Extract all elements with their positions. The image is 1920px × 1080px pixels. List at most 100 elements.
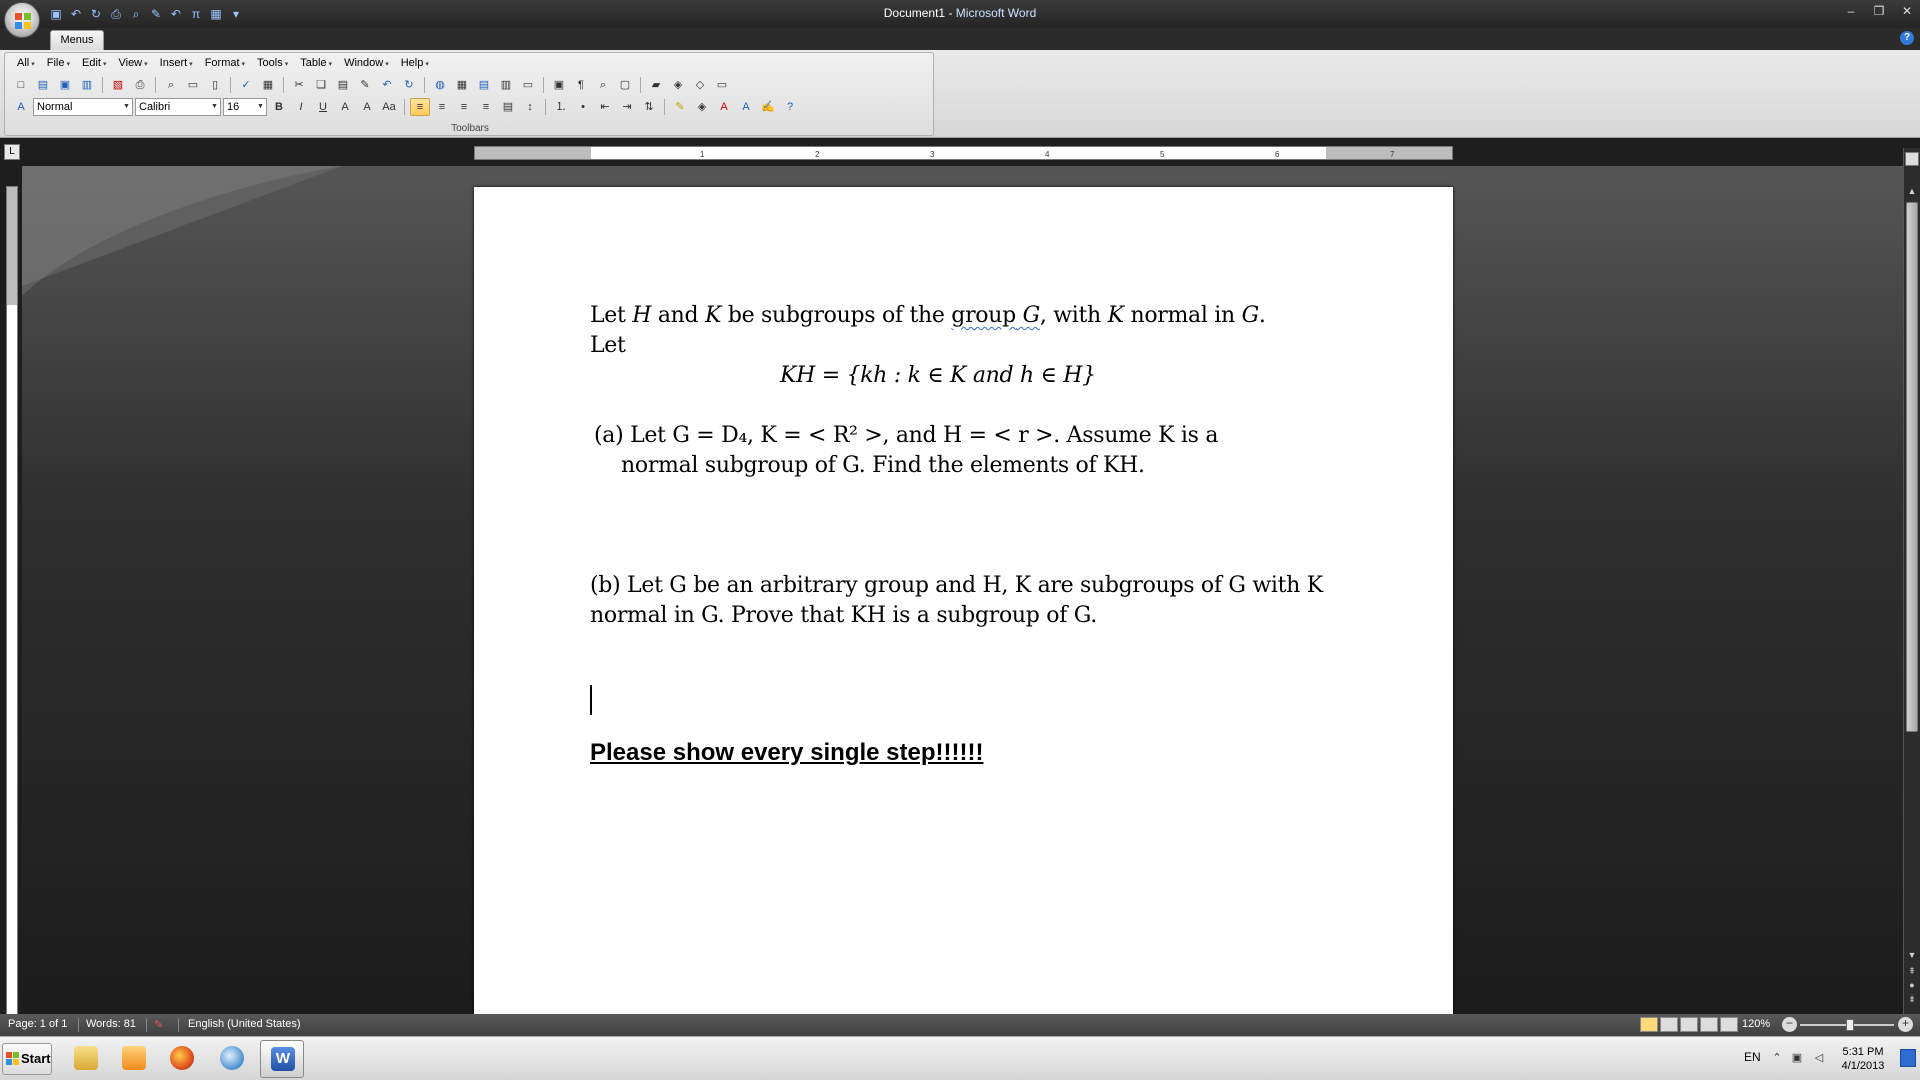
thesaurus-icon[interactable]: ▦ xyxy=(258,76,278,94)
copy-icon[interactable]: ❏ xyxy=(311,76,331,94)
permission-icon[interactable]: ▥ xyxy=(77,76,97,94)
browser-taskbar-button[interactable] xyxy=(210,1040,254,1078)
hyperlink-icon[interactable]: ◍ xyxy=(430,76,450,94)
sort-icon[interactable]: ⇅ xyxy=(639,98,659,116)
align-right-icon[interactable]: ≡ xyxy=(454,98,474,116)
columns-icon[interactable]: ▥ xyxy=(496,76,516,94)
document-page[interactable]: Let H and K be subgroups of the group G,… xyxy=(474,187,1453,1014)
view-icon[interactable]: ▭ xyxy=(183,76,203,94)
align-center-icon[interactable]: ≡ xyxy=(432,98,452,116)
phonetic-guide-icon[interactable]: ✍ xyxy=(758,98,778,116)
undo-icon[interactable]: ↶ xyxy=(377,76,397,94)
volume-icon[interactable]: ◁ xyxy=(1812,1051,1826,1065)
justify-icon[interactable]: ≡ xyxy=(476,98,496,116)
pdf-icon[interactable]: ▧ xyxy=(108,76,128,94)
zoom-icon[interactable]: ⌕ xyxy=(593,76,613,94)
word-taskbar-button[interactable]: W xyxy=(260,1040,304,1078)
zoom-level[interactable]: 120% xyxy=(1742,1018,1770,1030)
underline-icon[interactable]: U xyxy=(313,98,333,116)
line-spacing-icon[interactable]: ↕ xyxy=(520,98,540,116)
print-layout-button[interactable] xyxy=(1640,1017,1658,1032)
print-preview-icon[interactable]: ⌕ xyxy=(161,76,181,94)
table-icon[interactable]: ▦ xyxy=(452,76,472,94)
open-icon[interactable]: ▤ xyxy=(33,76,53,94)
italic-icon[interactable]: I xyxy=(291,98,311,116)
save-icon[interactable]: ▣ xyxy=(55,76,75,94)
font-dropdown[interactable]: Calibri ▼ xyxy=(135,98,221,116)
paste-icon[interactable]: ▤ xyxy=(333,76,353,94)
styles-icon[interactable]: ◇ xyxy=(690,76,710,94)
increase-indent-icon[interactable]: ⇥ xyxy=(617,98,637,116)
bullets-icon[interactable]: • xyxy=(573,98,593,116)
font-color-icon[interactable]: A xyxy=(714,98,734,116)
menu-insert[interactable]: Insert ▾ xyxy=(154,55,199,73)
draft-button[interactable] xyxy=(1720,1017,1738,1032)
office-button[interactable] xyxy=(4,2,40,38)
styles-pane-icon[interactable]: A xyxy=(11,98,31,116)
horizontal-ruler[interactable]: 1 2 3 4 5 6 7 xyxy=(474,146,1453,160)
menu-format[interactable]: Format ▾ xyxy=(199,55,251,73)
cut-icon[interactable]: ✂ xyxy=(289,76,309,94)
scroll-thumb[interactable] xyxy=(1906,202,1918,732)
spelling-icon[interactable]: ✓ xyxy=(236,76,256,94)
font-size-dropdown[interactable]: 16 ▼ xyxy=(223,98,267,116)
language-status[interactable]: English (United States) xyxy=(188,1018,301,1030)
vertical-ruler[interactable] xyxy=(6,186,18,1016)
show-hide-icon[interactable]: ¶ xyxy=(571,76,591,94)
zoom-slider-thumb[interactable] xyxy=(1846,1019,1854,1031)
menu-file[interactable]: File ▾ xyxy=(41,55,76,73)
firefox-taskbar-button[interactable] xyxy=(160,1040,204,1078)
minimize-button[interactable]: – xyxy=(1842,2,1860,20)
redo-icon[interactable]: ↻ xyxy=(399,76,419,94)
menu-edit[interactable]: Edit ▾ xyxy=(76,55,112,73)
media-player-taskbar-button[interactable] xyxy=(112,1040,156,1078)
explorer-taskbar-button[interactable] xyxy=(64,1040,108,1078)
show-hidden-icons-icon[interactable]: ⌃ xyxy=(1770,1051,1784,1065)
close-button[interactable]: ✕ xyxy=(1898,2,1916,20)
distributed-icon[interactable]: ▤ xyxy=(498,98,518,116)
text-effects-icon[interactable]: A xyxy=(736,98,756,116)
align-left-icon[interactable]: ≡ xyxy=(410,98,430,116)
input-language[interactable]: EN xyxy=(1744,1050,1761,1064)
outline-button[interactable] xyxy=(1700,1017,1718,1032)
style-dropdown[interactable]: Normal ▼ xyxy=(33,98,133,116)
menu-all[interactable]: All ▾ xyxy=(11,55,41,73)
menu-tools[interactable]: Tools ▾ xyxy=(251,55,294,73)
browse-object-icon[interactable]: ● xyxy=(1906,980,1918,992)
format-painter-icon[interactable]: ✎ xyxy=(355,76,375,94)
highlight-icon[interactable]: ✎ xyxy=(670,98,690,116)
shapes-icon[interactable]: ◈ xyxy=(668,76,688,94)
scroll-down-icon[interactable]: ▼ xyxy=(1905,948,1919,962)
clock[interactable]: 5:31 PM 4/1/2013 xyxy=(1836,1045,1890,1073)
tab-selector[interactable]: L xyxy=(4,144,20,160)
previous-page-icon[interactable]: ⇞ xyxy=(1906,966,1918,978)
full-screen-reading-button[interactable] xyxy=(1660,1017,1678,1032)
shading-icon[interactable]: ◈ xyxy=(692,98,712,116)
show-desktop-button[interactable] xyxy=(1900,1049,1916,1067)
numbering-icon[interactable]: ⒈ xyxy=(551,98,571,116)
bold-icon[interactable]: B xyxy=(269,98,289,116)
decrease-indent-icon[interactable]: ⇤ xyxy=(595,98,615,116)
network-icon[interactable]: ▣ xyxy=(1790,1051,1804,1065)
menu-window[interactable]: Window ▾ xyxy=(338,55,395,73)
research-icon[interactable]: ▯ xyxy=(205,76,225,94)
proofing-icon[interactable]: ✎ xyxy=(154,1018,163,1031)
menu-help[interactable]: Help ▾ xyxy=(395,55,435,73)
start-button[interactable]: Start xyxy=(2,1043,52,1075)
layout-icon[interactable]: ▭ xyxy=(712,76,732,94)
scroll-up-icon[interactable]: ▲ xyxy=(1905,184,1919,198)
page-count[interactable]: Page: 1 of 1 xyxy=(8,1018,67,1030)
zoom-out-button[interactable]: − xyxy=(1782,1017,1797,1032)
print-icon[interactable]: ⎙ xyxy=(130,76,150,94)
new-document-icon[interactable]: □ xyxy=(11,76,31,94)
help-icon[interactable]: ? xyxy=(1900,31,1914,45)
help-icon[interactable]: ? xyxy=(780,98,800,116)
drawing-icon[interactable]: ▭ xyxy=(518,76,538,94)
character-shading-icon[interactable]: A xyxy=(357,98,377,116)
tab-menus[interactable]: Menus xyxy=(50,30,104,50)
folder-icon[interactable]: ▰ xyxy=(646,76,666,94)
change-case-icon[interactable]: Aa xyxy=(379,98,399,116)
insert-table-icon[interactable]: ▤ xyxy=(474,76,494,94)
restore-button[interactable]: ❐ xyxy=(1870,2,1888,20)
next-page-icon[interactable]: ⇟ xyxy=(1906,994,1918,1006)
